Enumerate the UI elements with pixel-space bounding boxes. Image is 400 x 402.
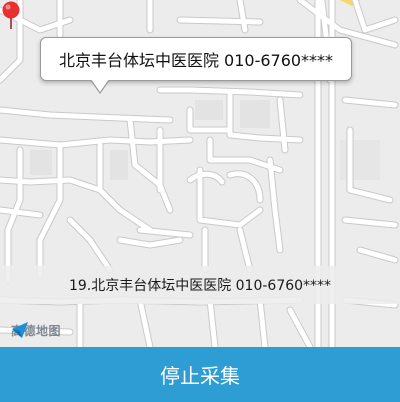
amap-arrow-icon [12, 322, 28, 338]
poi-info-callout[interactable]: 北京丰台体坛中医医院 010-6760**** [40, 37, 352, 81]
amap-logo: 高德地图 [11, 321, 61, 339]
stop-collection-label: 停止采集 [160, 364, 240, 388]
poi-result-label: 19.北京丰台体坛中医医院 010-6760**** [0, 271, 400, 299]
map-pin-icon[interactable] [0, 0, 22, 30]
map-view[interactable]: 北京丰台体坛中医医院 010-6760**** 19.北京丰台体坛中医医院 01… [0, 0, 400, 347]
callout-tail [91, 79, 109, 92]
callout-text: 北京丰台体坛中医医院 010-6760**** [58, 51, 334, 70]
stop-collection-button[interactable]: 停止采集 [0, 347, 400, 402]
poi-result-text: 19.北京丰台体坛中医医院 010-6760**** [68, 278, 332, 294]
